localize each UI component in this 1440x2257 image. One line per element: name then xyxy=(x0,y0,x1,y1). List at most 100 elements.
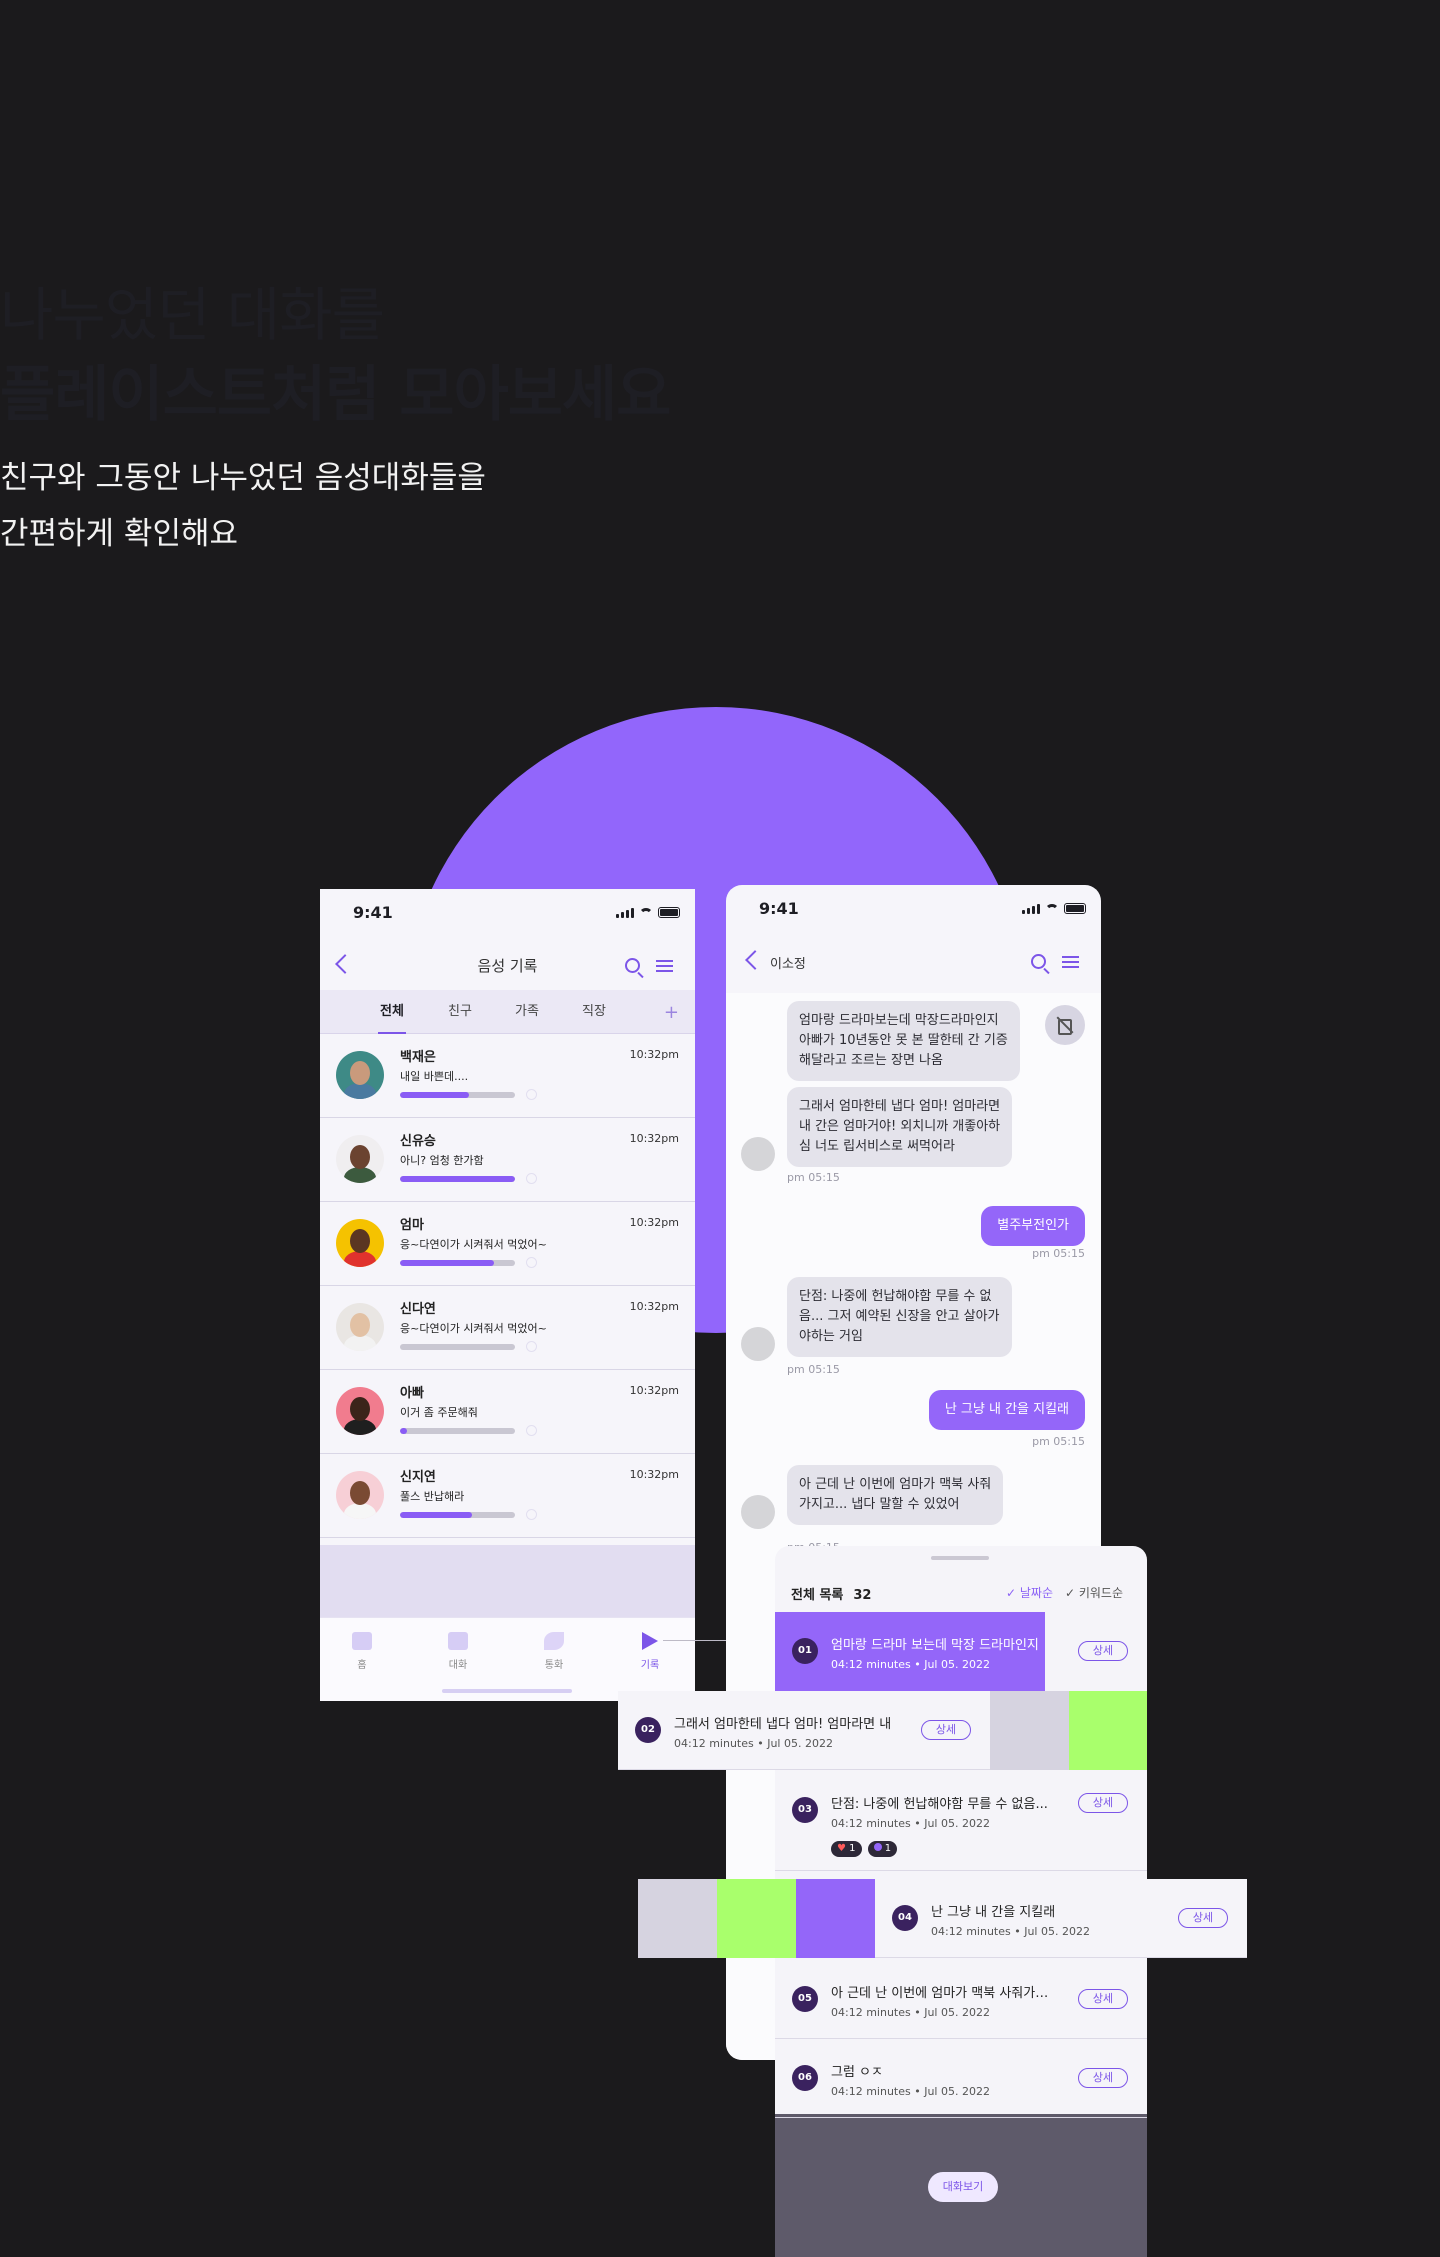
hero-title-line1: 나누었던 대화를 xyxy=(0,281,385,349)
item-title: 그래서 엄마한테 냅다 엄마! 엄마라면 내 xyxy=(674,1717,892,1732)
back-icon[interactable] xyxy=(335,954,355,974)
playback-progress[interactable] xyxy=(400,1428,515,1434)
tab-chat[interactable]: 대화 xyxy=(428,1632,488,1671)
avatar xyxy=(336,1219,384,1267)
tab-all[interactable]: 전체 xyxy=(378,990,406,1034)
playlist-item[interactable]: 03 단점: 나중에 헌납해야함 무를 수 없음... 04:12 minutes … xyxy=(775,1771,1147,1871)
item-number: 02 xyxy=(635,1717,661,1743)
clock-icon xyxy=(526,1089,537,1100)
sort-by-keyword[interactable]: ✓ 키워드순 xyxy=(1065,1584,1123,1601)
playlist-item[interactable]: 06 그럼 ㅇㅈ 04:12 minutes • Jul 05. 2022 상세 xyxy=(775,2039,1147,2118)
contact-row[interactable]: 신지연 풀스 반납해라 10:32pm xyxy=(320,1454,695,1538)
add-tab-button[interactable]: + xyxy=(664,1002,679,1023)
detail-button[interactable]: 상세 xyxy=(1078,2068,1128,2088)
message-line: 내 간은 엄마거야! 외치니까 개좋아하 xyxy=(799,1119,1001,1134)
clock-icon xyxy=(526,1509,537,1520)
playlist-item[interactable]: 04 난 그냥 내 간을 지킬래 04:12 minutes • Jul 05. 2… xyxy=(875,1879,1247,1958)
view-conversation-button[interactable]: 대화보기 xyxy=(928,2172,998,2202)
tab-call[interactable]: 통화 xyxy=(524,1632,584,1671)
message-line: 해달라고 조르는 장면 나옴 xyxy=(799,1053,943,1068)
status-icons xyxy=(1022,903,1086,914)
contact-last-message: 아니? 엄청 한가함 xyxy=(400,1154,484,1167)
mute-icon[interactable] xyxy=(1045,1005,1085,1045)
sender-avatar xyxy=(741,1327,775,1361)
contact-last-message: 내일 바쁜데.... xyxy=(400,1070,469,1083)
search-icon[interactable] xyxy=(625,958,640,973)
detail-button[interactable]: 상세 xyxy=(921,1720,971,1740)
detail-button[interactable]: 상세 xyxy=(1078,1989,1128,2009)
received-message[interactable]: 그래서 엄마한테 냅다 엄마! 엄마라면내 간은 엄마거야! 외치니까 개좋아하… xyxy=(787,1087,1013,1167)
contact-row[interactable]: 신유승 아니? 엄청 한가함 10:32pm xyxy=(320,1118,695,1202)
sort-by-date[interactable]: ✓ 날짜순 xyxy=(1006,1584,1053,1601)
received-message[interactable]: 단점: 나중에 헌납해야함 무를 수 없 음... 그저 예약된 신장을 안고 살… xyxy=(787,1277,1012,1357)
item-title: 단점: 나중에 헌납해야함 무를 수 없음... xyxy=(831,1797,1048,1812)
playback-progress[interactable] xyxy=(400,1512,515,1518)
clock-icon xyxy=(526,1257,537,1268)
contact-list: 백재은 내일 바쁜데.... 10:32pm 신유승 아니? 엄청 한가함 10:32pm… xyxy=(320,1034,695,1538)
tab-work[interactable]: 직장 xyxy=(582,990,606,1034)
signal-icon xyxy=(1022,903,1040,914)
wifi-icon xyxy=(1045,903,1059,914)
hero-subtitle-line2: 간편하게 확인해요 xyxy=(0,516,239,552)
floating-row: 04 난 그냥 내 간을 지킬래 04:12 minutes • Jul 05. 2… xyxy=(638,1879,1247,1958)
contact-row[interactable]: 신다연 응~다연이가 시켜줘서 먹었어~ 10:32pm xyxy=(320,1286,695,1370)
tab-chat-label: 대화 xyxy=(448,1660,468,1671)
tab-record[interactable]: 기록 xyxy=(620,1632,680,1671)
received-message[interactable]: 아 근데 난 이번에 엄마가 맥북 사줘 가지고... 냅다 말할 수 있었어 xyxy=(787,1465,1004,1525)
heart-reaction[interactable]: ♥ 1 xyxy=(831,1841,862,1857)
chat-icon xyxy=(448,1632,468,1650)
item-number: 03 xyxy=(792,1797,818,1823)
tab-call-label: 통화 xyxy=(544,1660,564,1671)
playlist-item[interactable]: 02 그래서 엄마한테 냅다 엄마! 엄마라면 내 04:12 minutes • … xyxy=(618,1691,990,1770)
contact-time: 10:32pm xyxy=(629,1132,679,1145)
playback-progress[interactable] xyxy=(400,1260,515,1266)
nav-bar: 음성 기록 xyxy=(320,933,695,997)
message-line: 그래서 엄마한테 냅다 엄마! 엄마라면 xyxy=(799,1099,1001,1114)
menu-icon[interactable] xyxy=(1062,956,1079,968)
clock-icon xyxy=(526,1173,537,1184)
playback-progress[interactable] xyxy=(400,1092,515,1098)
page-title: 음성 기록 xyxy=(477,956,538,975)
wifi-icon xyxy=(639,907,653,918)
tab-home[interactable]: 홈 xyxy=(332,1632,392,1671)
back-icon[interactable] xyxy=(745,950,765,970)
message-line: 아 근데 난 이번에 엄마가 맥북 사줘 xyxy=(799,1477,992,1492)
detail-button[interactable]: 상세 xyxy=(1078,1641,1128,1661)
contact-row[interactable]: 엄마 응~다연이가 시켜줘서 먹었어~ 10:32pm xyxy=(320,1202,695,1286)
sent-message[interactable]: 난 그냥 내 간을 지킬래 xyxy=(928,1390,1085,1430)
menu-icon[interactable] xyxy=(656,960,673,972)
tab-family[interactable]: 가족 xyxy=(515,990,539,1034)
contact-time: 10:32pm xyxy=(629,1048,679,1061)
play-icon xyxy=(642,1632,658,1650)
item-title: 엄마랑 드라마 보는데 막장 드라마인지 xyxy=(831,1638,1039,1653)
status-time: 9:41 xyxy=(759,899,799,918)
contact-row[interactable]: 백재은 내일 바쁜데.... 10:32pm xyxy=(320,1034,695,1118)
detail-button[interactable]: 상세 xyxy=(1178,1908,1228,1928)
avatar xyxy=(336,1051,384,1099)
playlist-item[interactable]: 05 아 근데 난 이번에 엄마가 맥북 사줘가… 04:12 minutes • … xyxy=(775,1960,1147,2039)
received-message[interactable]: 엄마랑 드라마보는데 막장드라마인지 아빠가 10년동안 못 본 딸한테 간 기증… xyxy=(787,1001,1020,1081)
detail-button[interactable]: 상세 xyxy=(1078,1793,1128,1813)
contact-row[interactable]: 아빠 이거 좀 주문해줘 10:32pm xyxy=(320,1370,695,1454)
playback-progress[interactable] xyxy=(400,1344,515,1350)
list-count: 32 xyxy=(853,1588,872,1603)
reaction-tags: ♥ 1 1 xyxy=(831,1841,898,1857)
tab-friends[interactable]: 친구 xyxy=(448,990,472,1034)
message-time: pm 05:15 xyxy=(1032,1247,1085,1260)
playlist-item[interactable]: 01 엄마랑 드라마 보는데 막장 드라마인지 04:12 minutes • Ju… xyxy=(775,1612,1128,1691)
search-icon[interactable] xyxy=(1031,954,1046,969)
sent-message[interactable]: 별주부전인가 xyxy=(981,1206,1085,1246)
message-line: 심 너도 립서비스로 써먹어라 xyxy=(799,1139,955,1154)
playback-progress[interactable] xyxy=(400,1176,515,1182)
item-meta: 04:12 minutes • Jul 05. 2022 xyxy=(831,2085,990,2098)
message-line: 엄마랑 드라마보는데 막장드라마인지 xyxy=(799,1013,999,1028)
item-title: 그럼 ㅇㅈ xyxy=(831,2065,883,2080)
clock-icon xyxy=(526,1341,537,1352)
hero-title-line2: 플레이스트처럼 모아보세요 xyxy=(0,360,671,430)
avatar xyxy=(336,1303,384,1351)
dot-reaction[interactable]: 1 xyxy=(867,1841,898,1857)
home-indicator xyxy=(442,1689,572,1693)
status-time: 9:41 xyxy=(353,903,393,922)
item-number: 04 xyxy=(892,1905,918,1931)
sheet-handle[interactable] xyxy=(931,1556,989,1560)
